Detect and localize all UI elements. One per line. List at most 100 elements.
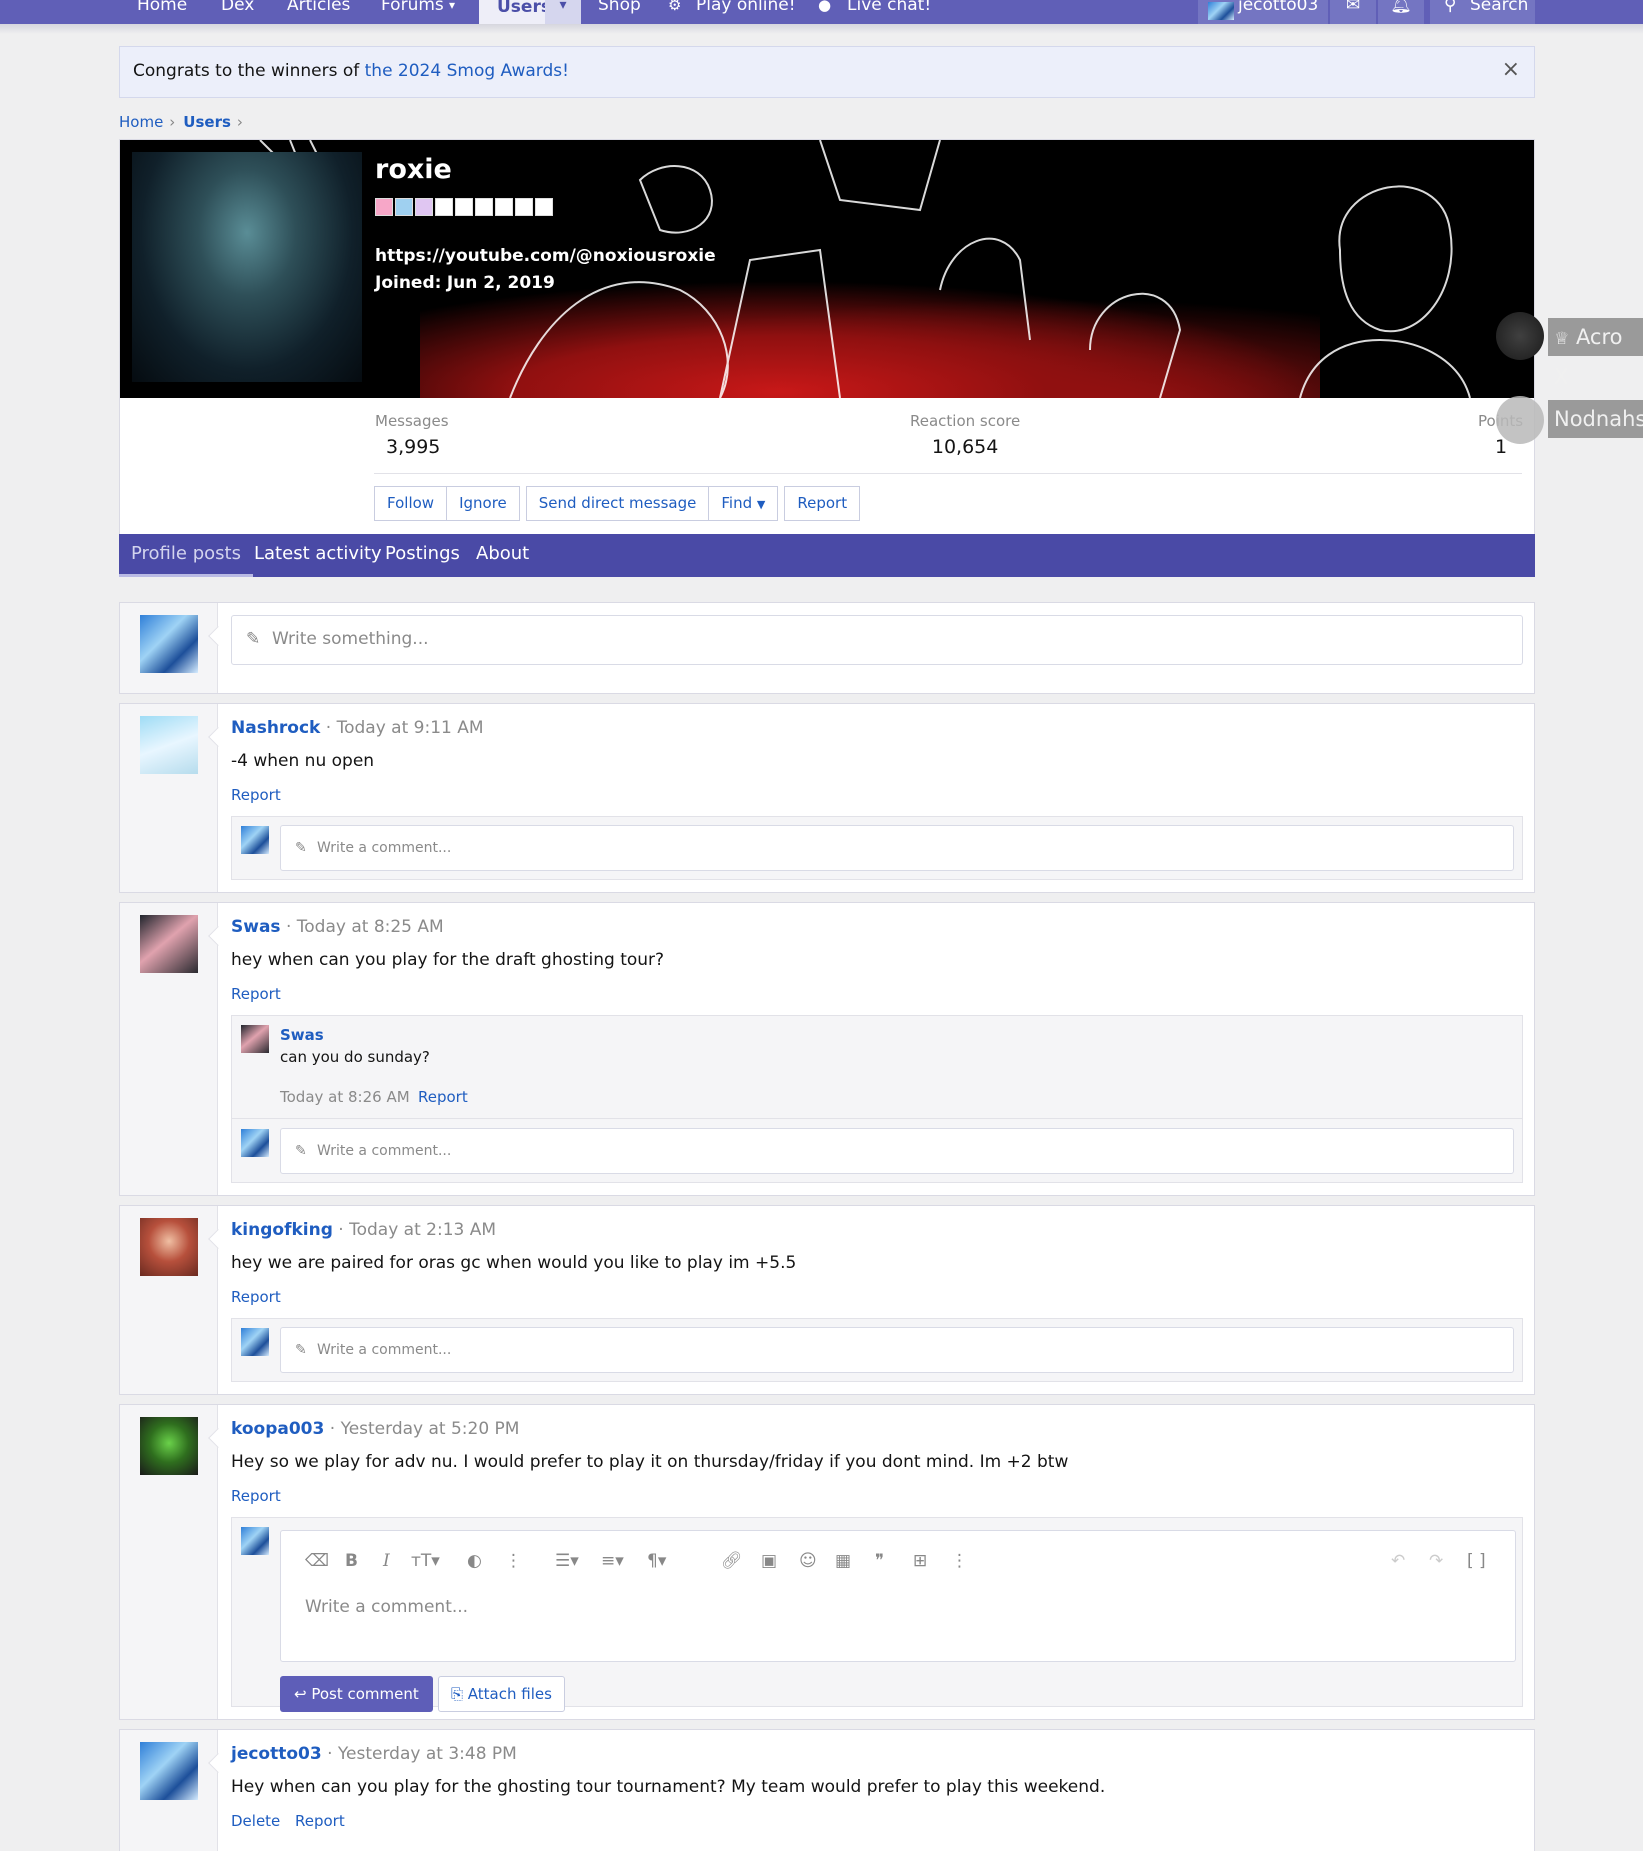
clear-format-icon[interactable]: ⌫ <box>305 1551 329 1571</box>
smog-awards-link[interactable]: the 2024 Smog Awards! <box>365 61 569 81</box>
font-size-icon[interactable]: тT▾ <box>411 1551 440 1571</box>
post-time[interactable]: Today at 2:13 AM <box>349 1220 496 1240</box>
more-icon[interactable]: ⋮ <box>951 1551 968 1571</box>
report-link[interactable]: Report <box>231 1487 281 1505</box>
avatar <box>241 1527 269 1555</box>
post-author[interactable]: koopa003 <box>231 1419 324 1439</box>
post-author[interactable]: jecotto03 <box>231 1744 322 1764</box>
nav-forums[interactable]: Forums <box>381 0 444 24</box>
tab-latest-activity[interactable]: Latest activity <box>254 534 382 577</box>
bell-icon[interactable]: 🔔︎ <box>1378 0 1424 24</box>
avatar[interactable] <box>1496 396 1544 444</box>
badge-icon <box>475 198 493 216</box>
post-author[interactable]: Nashrock <box>231 718 320 738</box>
list-icon[interactable]: ☰▾ <box>555 1551 579 1571</box>
profile-post: kingofking · Today at 2:13 AM hey we are… <box>119 1205 1535 1395</box>
search-button[interactable]: ⚲ Search <box>1430 0 1535 24</box>
tab-about[interactable]: About <box>476 534 529 577</box>
italic-icon[interactable]: I <box>383 1551 390 1571</box>
tab-postings[interactable]: Postings <box>385 534 460 577</box>
report-link[interactable]: Report <box>295 1812 345 1830</box>
avatar[interactable] <box>140 1218 198 1276</box>
report-link[interactable]: Report <box>231 985 281 1003</box>
undo-icon[interactable]: ↶ <box>1391 1551 1405 1571</box>
avatar[interactable] <box>140 615 198 673</box>
quote-icon[interactable]: ❞ <box>875 1551 884 1571</box>
avatar[interactable] <box>140 1417 198 1475</box>
attach-files-button[interactable]: ⎘ Attach files <box>438 1676 565 1712</box>
media-icon[interactable]: ▦ <box>835 1551 851 1571</box>
comment-box: ✎ Write a comment... <box>231 1318 1523 1382</box>
report-button[interactable]: Report <box>784 486 861 521</box>
nav-articles[interactable]: Articles <box>287 0 350 24</box>
post-time[interactable]: Today at 8:25 AM <box>297 917 444 937</box>
pencil-icon: ✎ <box>295 1342 307 1358</box>
rich-text-editor[interactable]: ⌫ B I тT▾ ◐ ⋮ ☰▾ ≡▾ ¶▾ 🔗︎ ▣ ☺ ▦ ❞ ⊞ ⋮ ↶ … <box>280 1530 1516 1662</box>
close-icon[interactable]: × <box>1502 57 1520 82</box>
chevron-right-icon: › <box>169 113 176 131</box>
nav-dex[interactable]: Dex <box>221 0 254 24</box>
post-time[interactable]: Yesterday at 3:48 PM <box>338 1744 517 1764</box>
ignore-button[interactable]: Ignore <box>447 486 520 521</box>
write-something-input[interactable]: ✎ Write something... <box>231 615 1523 665</box>
comment-time[interactable]: Today at 8:26 AM <box>280 1088 410 1106</box>
avatar <box>1208 2 1234 20</box>
account-name: jecotto03 <box>1238 0 1319 15</box>
nav-live-chat[interactable]: Live chat! <box>847 0 931 24</box>
nav-play-online[interactable]: Play online! <box>696 0 796 24</box>
avatar <box>241 1328 269 1356</box>
profile-website-link[interactable]: https://youtube.com/@noxiousroxie <box>375 246 716 266</box>
chevron-down-icon[interactable]: ▾ <box>545 0 581 24</box>
link-icon[interactable]: 🔗︎ <box>721 1551 743 1571</box>
write-comment-input[interactable]: ✎ Write a comment... <box>280 1128 1514 1174</box>
align-icon[interactable]: ≡▾ <box>601 1551 624 1571</box>
nav-home[interactable]: Home <box>137 0 187 24</box>
side-tag-acro[interactable]: ♕ Acro X <box>1548 318 1643 389</box>
more-icon[interactable]: ⋮ <box>505 1551 522 1571</box>
stat-reaction-score[interactable]: Reaction score 10,654 <box>910 412 1020 458</box>
image-icon[interactable]: ▣ <box>761 1551 777 1571</box>
table-icon[interactable]: ⊞ <box>913 1551 927 1571</box>
follow-button[interactable]: Follow <box>374 486 448 521</box>
profile-header: roxie https://youtube.com/@noxiousroxie … <box>119 139 1535 577</box>
avatar[interactable] <box>1496 312 1544 360</box>
nav-shop[interactable]: Shop <box>598 0 641 24</box>
comment-editor-box: ⌫ B I тT▾ ◐ ⋮ ☰▾ ≡▾ ¶▾ 🔗︎ ▣ ☺ ▦ ❞ ⊞ ⋮ ↶ … <box>231 1517 1523 1712</box>
smiley-icon[interactable]: ☺ <box>799 1551 817 1571</box>
post-author[interactable]: Swas <box>231 917 281 937</box>
comment-author[interactable]: Swas <box>280 1026 324 1044</box>
post-time[interactable]: Today at 9:11 AM <box>337 718 484 738</box>
post-time[interactable]: Yesterday at 5:20 PM <box>341 1419 520 1439</box>
report-link[interactable]: Report <box>231 786 281 804</box>
write-comment-input[interactable]: ✎ Write a comment... <box>280 1327 1514 1373</box>
toggle-bbcode-icon[interactable]: [ ] <box>1467 1551 1486 1571</box>
report-link[interactable]: Report <box>231 1288 281 1306</box>
redo-icon[interactable]: ↷ <box>1429 1551 1443 1571</box>
write-comment-input[interactable]: ✎ Write a comment... <box>280 825 1514 871</box>
avatar[interactable] <box>140 716 198 774</box>
avatar[interactable] <box>140 915 198 973</box>
post-comment-button[interactable]: ↩ Post comment <box>280 1676 433 1712</box>
post-message: -4 when nu open <box>231 751 375 771</box>
breadcrumb-users[interactable]: Users <box>183 113 231 131</box>
side-tag-nodnahs[interactable]: Nodnahs <box>1548 400 1643 438</box>
post-message: Hey so we play for adv nu. I would prefe… <box>231 1452 1069 1472</box>
paragraph-icon[interactable]: ¶▾ <box>647 1551 666 1571</box>
inbox-icon[interactable]: ✉ <box>1330 0 1376 24</box>
bold-icon[interactable]: B <box>345 1551 358 1571</box>
avatar[interactable] <box>241 1025 269 1053</box>
chevron-down-icon[interactable]: ▾ <box>449 0 455 24</box>
send-direct-message-button[interactable]: Send direct message <box>525 486 710 521</box>
profile-avatar[interactable] <box>132 152 362 382</box>
palette-icon[interactable]: ◐ <box>467 1551 482 1571</box>
top-navigation: Home Dex Articles Forums ▾ Users ▾ Shop … <box>0 0 1643 24</box>
find-button[interactable]: Find ▼ <box>709 486 779 521</box>
account-menu[interactable]: jecotto03 <box>1198 0 1328 24</box>
post-author[interactable]: kingofking <box>231 1220 333 1240</box>
stat-messages[interactable]: Messages 3,995 <box>375 412 449 458</box>
tab-profile-posts[interactable]: Profile posts <box>119 534 253 577</box>
breadcrumb-home[interactable]: Home <box>119 113 163 131</box>
report-link[interactable]: Report <box>418 1088 468 1106</box>
avatar[interactable] <box>140 1742 198 1800</box>
delete-link[interactable]: Delete <box>231 1812 280 1830</box>
